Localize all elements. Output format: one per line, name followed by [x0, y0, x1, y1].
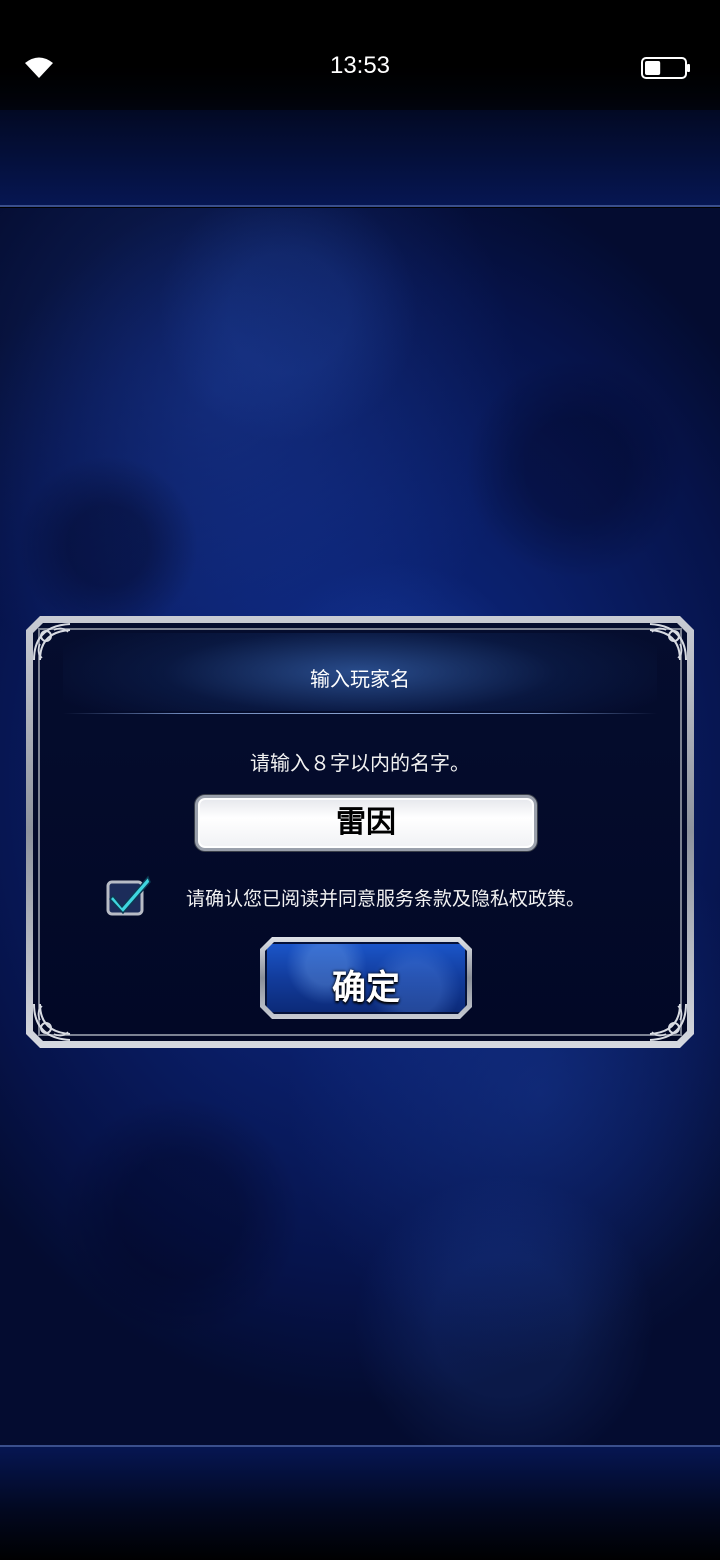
corner-ornament-icon [33, 1003, 71, 1041]
player-name-input[interactable]: 雷因 [195, 795, 537, 851]
corner-ornament-icon [649, 1003, 687, 1041]
bottom-band [0, 1445, 720, 1560]
status-time: 13:53 [329, 52, 391, 79]
dialog-body: 输入玩家名 请输入８字以内的名字。 雷因 请确认您已阅读并同意服务条款及隐私权政… [33, 623, 687, 1041]
instruction-text: 请输入８字以内的名字。 [250, 751, 470, 775]
confirm-button[interactable]: 确定 [260, 937, 472, 1019]
status-bar: 13:53 [0, 0, 720, 110]
corner-ornament-icon [649, 623, 687, 661]
battery-icon [641, 57, 690, 79]
confirm-button-face[interactable]: 确定 [265, 942, 467, 1014]
corner-ornament-icon [33, 623, 71, 661]
dialog-title: 输入玩家名 [310, 667, 410, 691]
consent-text[interactable]: 请确认您已阅读并同意服务条款及隐私权政策。 [186, 884, 585, 911]
confirm-button-label: 确定 [332, 968, 400, 1008]
game-screen: 13:53 输入玩家名 请输入８字以内的名字。 雷因 请确认您已阅读并同意服务条… [0, 0, 720, 1560]
player-name-dialog: 输入玩家名 请输入８字以内的名字。 雷因 请确认您已阅读并同意服务条款及隐私权政… [26, 616, 694, 1048]
title-divider [63, 713, 657, 714]
consent-checkbox[interactable] [106, 874, 152, 916]
